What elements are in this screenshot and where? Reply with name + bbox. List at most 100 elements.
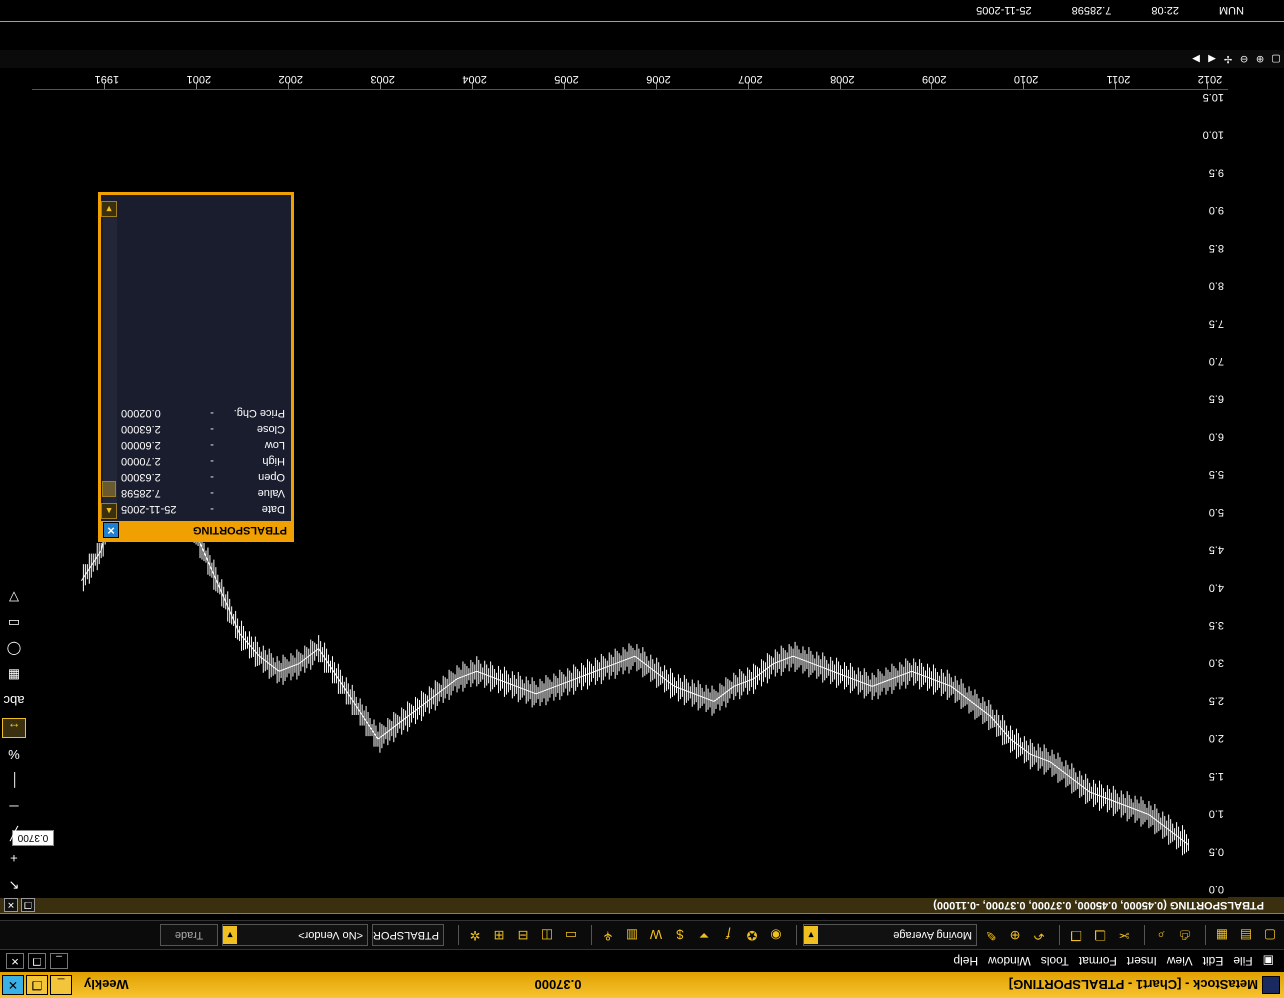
y-tick-label: 6.5 xyxy=(1209,393,1224,405)
menu-insert[interactable]: Insert xyxy=(1127,954,1157,968)
cut-icon[interactable]: ✂ xyxy=(1114,925,1134,945)
settings-icon[interactable]: ✲ xyxy=(465,925,485,945)
arrows-icon[interactable]: ↔ xyxy=(2,718,26,738)
tile-horizontal-icon[interactable]: ⊟ xyxy=(513,925,533,945)
dollar-icon[interactable]: $ xyxy=(670,925,690,945)
minimize-button[interactable]: _ xyxy=(50,975,72,995)
close-icon[interactable]: ✕ xyxy=(103,522,119,538)
menu-edit[interactable]: Edit xyxy=(1203,954,1224,968)
toolbar-separator xyxy=(458,925,459,945)
vertical-line-icon[interactable]: │ xyxy=(3,772,25,790)
y-tick-label: 10.5 xyxy=(1203,91,1224,103)
layout-icon[interactable]: ▭ xyxy=(561,925,581,945)
y-tick-label: 6.0 xyxy=(1209,430,1224,442)
x-tick-label: 2003 xyxy=(370,73,395,85)
security-field[interactable]: PTBALSPOR xyxy=(372,924,444,946)
x-tick-label: 2005 xyxy=(554,73,579,85)
chevron-down-icon[interactable]: ▼ xyxy=(223,926,237,944)
zoom-out-icon[interactable]: ⊖ xyxy=(1236,52,1252,66)
wizard-icon[interactable]: W xyxy=(646,925,666,945)
x-tick-label: 2012 xyxy=(1197,73,1223,85)
text-icon[interactable]: abc xyxy=(3,692,25,710)
new-icon[interactable]: ▢ xyxy=(1260,925,1280,945)
app-icon xyxy=(1262,976,1280,994)
tile-vertical-icon[interactable]: ◫ xyxy=(537,925,557,945)
y-tick-label: 7.0 xyxy=(1209,355,1224,367)
ellipse-icon[interactable]: ◯ xyxy=(3,640,25,658)
save-icon[interactable]: ▦ xyxy=(1212,925,1232,945)
crosshair-icon[interactable]: + xyxy=(3,850,25,868)
menu-help[interactable]: Help xyxy=(953,954,978,968)
grid-layout-icon[interactable]: ⊞ xyxy=(489,925,509,945)
menu-file[interactable]: File xyxy=(1233,954,1252,968)
trade-button[interactable]: Trade xyxy=(160,924,218,946)
print-icon[interactable]: ⎙ xyxy=(1175,925,1195,945)
expert-icon[interactable]: ✪ xyxy=(742,925,762,945)
explorer-icon[interactable]: ✎ xyxy=(981,925,1001,945)
y-tick-label: 4.0 xyxy=(1209,581,1224,593)
data-window[interactable]: PTBALSPORTING ✕ Date -25-11-2005 Value -7.… xyxy=(98,192,294,542)
inspector-icon[interactable]: ◉ xyxy=(766,925,786,945)
x-tick-label: 2008 xyxy=(830,73,855,85)
data-row: Low -2.60000 xyxy=(121,439,285,451)
menu-tools[interactable]: Tools xyxy=(1041,954,1069,968)
y-tick-label: 10.0 xyxy=(1203,129,1224,141)
target-icon[interactable]: ⊕ xyxy=(1005,925,1025,945)
y-tick-label: 3.0 xyxy=(1209,657,1224,669)
trade-button-label: Trade xyxy=(174,929,204,941)
indicator-dropdown[interactable]: Moving Average ▼ xyxy=(803,924,977,946)
zoom-in-icon[interactable]: ⊕ xyxy=(1252,52,1268,66)
scroll-down-icon[interactable]: ▼ xyxy=(101,201,117,217)
print-preview-icon[interactable]: ⌕ xyxy=(1151,925,1171,945)
grid-icon[interactable]: ▦ xyxy=(3,666,25,684)
paste-icon[interactable]: ❐ xyxy=(1066,925,1086,945)
y-tick-label: 9.0 xyxy=(1209,204,1224,216)
open-icon[interactable]: ▤ xyxy=(1236,925,1256,945)
menu-window[interactable]: Window xyxy=(988,954,1031,968)
percent-line-icon[interactable]: % xyxy=(3,746,25,764)
horizontal-line-icon[interactable]: ─ xyxy=(3,798,25,816)
x-tick-label: 2006 xyxy=(646,73,671,85)
vendor-dropdown[interactable]: <No Vendor> ▼ xyxy=(222,924,368,946)
triangle-icon[interactable]: ▽ xyxy=(3,588,25,606)
mdi-close-icon[interactable]: ✕ xyxy=(6,953,24,969)
chart-icon[interactable]: ▥ xyxy=(622,925,642,945)
data-window-scrollbar[interactable]: ▲ ▼ xyxy=(101,201,117,519)
x-tick-label: 1991 xyxy=(94,73,120,85)
data-window-title-bar[interactable]: PTBALSPORTING ✕ xyxy=(101,521,291,539)
chart-scrollbar[interactable]: ▢ ⊕ ⊖ ✢ ◀ ▶ xyxy=(0,50,1284,68)
menu-view[interactable]: View xyxy=(1167,954,1193,968)
restore-button[interactable]: ❐ xyxy=(26,975,48,995)
undo-icon[interactable]: ↶ xyxy=(1029,925,1049,945)
chart-caption-bar: PTBALSPORTING (0.45000, 0.45000, 0.37000… xyxy=(0,897,1284,914)
scroll-left-icon[interactable]: ◀ xyxy=(1204,52,1220,66)
menu-bar: ▣ File Edit View Insert Format Tools Win… xyxy=(0,950,1284,972)
fit-icon[interactable]: ▢ xyxy=(1268,52,1284,66)
cursor-icon[interactable]: ↖ xyxy=(3,876,25,894)
y-tick-label: 1.5 xyxy=(1209,770,1224,782)
close-button[interactable]: ✕ xyxy=(2,975,24,995)
scroll-right-icon[interactable]: ▶ xyxy=(1188,52,1204,66)
menu-format[interactable]: Format xyxy=(1079,954,1117,968)
y-tick-label: 2.0 xyxy=(1209,732,1224,744)
data-row: Date -25-11-2005 xyxy=(121,503,285,515)
copy-icon[interactable]: ❏ xyxy=(1090,925,1110,945)
periodicity-label[interactable]: Weekly xyxy=(84,978,129,993)
rectangle-icon[interactable]: ▭ xyxy=(3,614,25,632)
move-icon[interactable]: ✢ xyxy=(1220,52,1236,66)
status-value: 0.37000 xyxy=(534,977,582,993)
filter-icon[interactable]: ⏷ xyxy=(694,925,714,945)
y-tick-label: 0.0 xyxy=(1209,883,1224,895)
system-tester-icon[interactable]: ⚘ xyxy=(598,925,618,945)
mdi-restore-icon[interactable]: ❐ xyxy=(28,953,46,969)
y-tick-label: 8.5 xyxy=(1209,242,1224,254)
system-menu-icon[interactable]: ▣ xyxy=(1263,954,1274,968)
formula-icon[interactable]: ƒ xyxy=(718,925,738,945)
line-icon[interactable]: ╱ xyxy=(3,824,25,842)
scroll-thumb[interactable] xyxy=(102,481,116,497)
scroll-up-icon[interactable]: ▲ xyxy=(101,503,117,519)
chevron-down-icon[interactable]: ▼ xyxy=(804,926,818,944)
y-tick-label: 7.5 xyxy=(1209,317,1224,329)
main-toolbar: ▢ ▤ ▦ ⎙ ⌕ ✂ ❏ ❐ ↶ ⊕ ✎ Moving Average ▼ ◉… xyxy=(0,920,1284,950)
mdi-minimize-icon[interactable]: _ xyxy=(50,953,68,969)
